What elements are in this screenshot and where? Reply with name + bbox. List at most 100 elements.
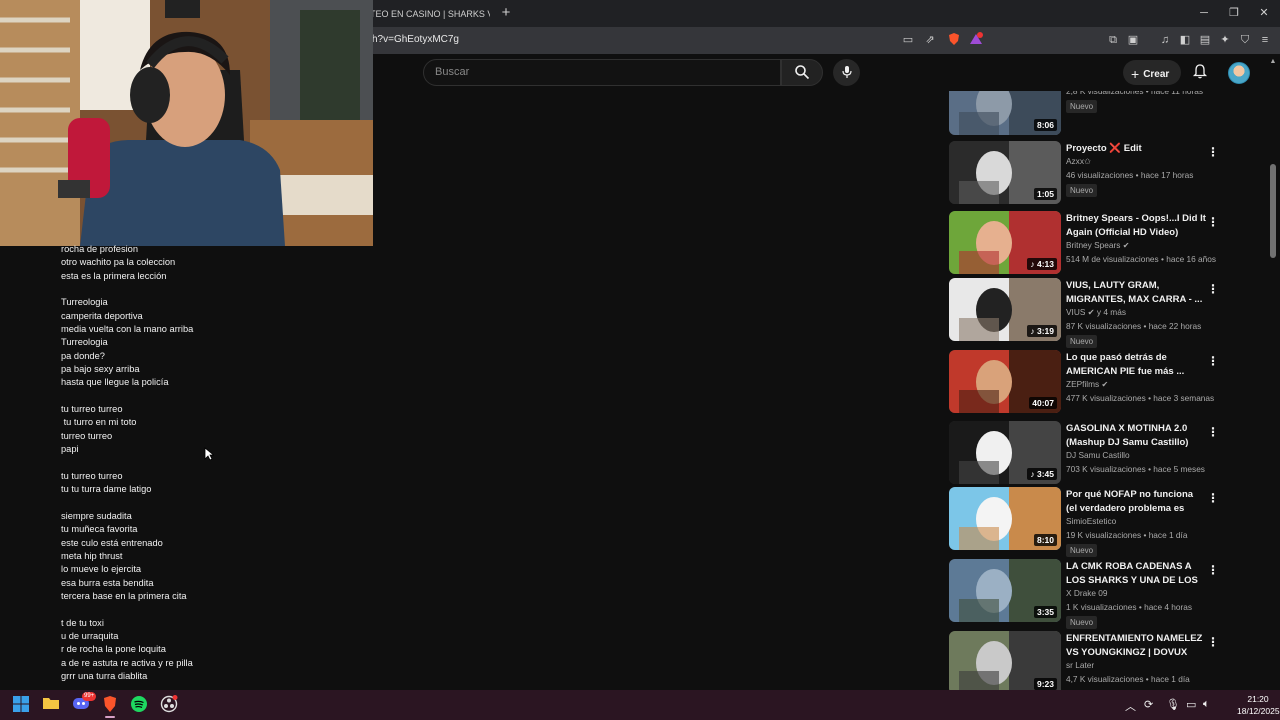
avatar[interactable] xyxy=(1228,62,1250,84)
related-video-card[interactable]: 40:07 Lo que pasó detrás de AMERICAN PIE … xyxy=(948,350,1268,414)
extensions-icon[interactable]: ⧉ xyxy=(1105,32,1121,48)
more-actions-kebab-icon[interactable]: ⋮ xyxy=(1207,491,1219,505)
video-thumbnail[interactable]: 40:07 xyxy=(949,350,1061,413)
video-channel[interactable]: SimioEstetico xyxy=(1066,516,1116,526)
video-title[interactable]: LA CMK ROBA CADENAS A LOS SHARKS Y UNA D… xyxy=(1066,560,1206,587)
related-video-card[interactable]: ♪ 3:45 GASOLINA X MOTINHA 2.0 (Mashup DJ … xyxy=(948,421,1268,485)
sync-icon[interactable]: ⟳ xyxy=(1144,698,1153,711)
share-icon[interactable]: ⇗ xyxy=(922,32,938,48)
video-thumbnail[interactable]: 9:23 xyxy=(949,631,1061,690)
new-tab-button[interactable]: + xyxy=(498,5,514,21)
webcam-overlay xyxy=(0,0,373,246)
related-video-card[interactable]: 3:35 LA CMK ROBA CADENAS A LOS SHARKS Y U… xyxy=(948,559,1268,629)
video-thumbnail[interactable]: 3:35 xyxy=(949,559,1061,622)
video-duration: ♪ 4:13 xyxy=(1027,258,1057,270)
channel-name: X Drake 09 xyxy=(1066,588,1108,598)
channel-name: sr Later xyxy=(1066,660,1095,670)
windows-logo-icon xyxy=(13,696,29,712)
video-channel[interactable]: VIUS ✔ y 4 más xyxy=(1066,307,1126,317)
channel-name: SimioEstetico xyxy=(1066,516,1117,526)
video-title[interactable]: Lo que pasó detrás de AMERICAN PIE fue m… xyxy=(1066,351,1206,378)
start-button[interactable] xyxy=(11,695,31,715)
duration-text: 1:05 xyxy=(1036,189,1054,199)
video-title[interactable]: Por qué NOFAP no funciona (el verdadero … xyxy=(1066,488,1206,515)
minimize-button[interactable]: ─ xyxy=(1192,4,1216,22)
leo-ai-icon[interactable]: ✦ xyxy=(1217,32,1233,48)
related-video-card[interactable]: 9:23 ENFRENTAMIENTO NAMELEZ VS YOUNGKINGZ… xyxy=(948,631,1268,690)
verified-badge-icon: ✔ xyxy=(1122,241,1130,250)
related-video-card[interactable]: ♪ 4:13 Britney Spears - Oops!...I Did It … xyxy=(948,211,1268,275)
spotify-button[interactable] xyxy=(129,695,149,715)
close-window-button[interactable]: ✕ xyxy=(1252,4,1276,22)
more-actions-kebab-icon[interactable]: ⋮ xyxy=(1207,215,1219,229)
verified-badge-icon: ✔ xyxy=(1101,380,1109,389)
show-hidden-icons-chevron-icon[interactable]: ︿ xyxy=(1125,698,1136,714)
shield-icon xyxy=(949,33,959,45)
cast-icon[interactable]: ▭ xyxy=(900,32,916,48)
video-title[interactable]: Britney Spears - Oops!...I Did It Again … xyxy=(1066,212,1206,239)
more-actions-kebab-icon[interactable]: ⋮ xyxy=(1207,563,1219,577)
more-actions-kebab-icon[interactable]: ⋮ xyxy=(1207,145,1219,159)
scroll-up-arrow-icon[interactable]: ▲ xyxy=(1268,58,1278,68)
video-title[interactable]: Proyecto ❌ Edit xyxy=(1066,142,1206,156)
search-input[interactable]: Buscar xyxy=(423,59,781,86)
video-channel[interactable]: X Drake 09 xyxy=(1066,588,1108,598)
browser-tab[interactable]: TEO EN CASINO | SHARKS VS YA xyxy=(362,4,490,27)
more-actions-kebab-icon[interactable]: ⋮ xyxy=(1207,635,1219,649)
video-title[interactable]: ENFRENTAMIENTO NAMELEZ VS YOUNGKINGZ | D… xyxy=(1066,632,1206,659)
brave-rewards-icon[interactable] xyxy=(968,32,984,48)
video-channel[interactable]: Britney Spears ✔ xyxy=(1066,240,1129,250)
music-note-icon: ♪ xyxy=(1030,326,1037,336)
lyric-line: tu turro en mi toto xyxy=(61,417,137,428)
related-video-card[interactable]: ♪ 3:19 VIUS, LAUTY GRAM, MIGRANTES, MAX C… xyxy=(948,278,1268,348)
vpn-icon[interactable]: ⛉ xyxy=(1237,32,1253,48)
video-thumbnail[interactable]: ♪ 3:45 xyxy=(949,421,1061,484)
restore-button[interactable]: ❐ xyxy=(1222,4,1246,22)
video-title[interactable]: GASOLINA X MOTINHA 2.0 (Mashup DJ Samu C… xyxy=(1066,422,1206,449)
related-video-card[interactable]: 8:10 Por qué NOFAP no funciona (el verdad… xyxy=(948,487,1268,557)
create-button[interactable]: + Crear xyxy=(1123,60,1181,85)
screenshot-icon[interactable]: ▣ xyxy=(1125,32,1141,48)
obs-button[interactable] xyxy=(159,695,179,715)
video-thumbnail[interactable]: 1:05 xyxy=(949,141,1061,204)
lyric-line: tu tu turra dame latigo xyxy=(61,484,152,495)
more-actions-kebab-icon[interactable]: ⋮ xyxy=(1207,425,1219,439)
system-clock[interactable]: 21:20 18/12/2025 xyxy=(1237,693,1280,717)
microphone-tray-icon[interactable]: 🎙︎ xyxy=(1166,698,1180,711)
more-actions-kebab-icon[interactable]: ⋮ xyxy=(1207,354,1219,368)
volume-icon[interactable]: 🔈︎ xyxy=(1203,698,1210,711)
voice-search-button[interactable] xyxy=(833,59,860,86)
video-channel[interactable]: Azxx✩ xyxy=(1066,156,1091,166)
lyric-line: tu turreo turreo xyxy=(61,470,123,481)
video-thumbnail[interactable]: ♪ 4:13 xyxy=(949,211,1061,274)
video-channel[interactable]: sr Later xyxy=(1066,660,1094,670)
video-thumbnail[interactable]: ♪ 3:19 xyxy=(949,278,1061,341)
music-note-icon: ♪ xyxy=(1030,259,1037,269)
related-video-card[interactable]: 1:05 Proyecto ❌ Edit Azxx✩ 46 visualizacion… xyxy=(948,141,1268,205)
video-channel[interactable]: DJ Samu Castillo xyxy=(1066,450,1130,460)
url-field[interactable]: h?v=GhEotyxMC7g xyxy=(372,34,459,45)
video-meta: 514 M de visualizaciones • hace 16 años xyxy=(1066,254,1217,264)
related-video-card[interactable]: 8:06sr Later2,8 K visualizaciones • hace… xyxy=(948,91,1268,136)
network-icon[interactable]: ▭ xyxy=(1186,698,1196,711)
video-title[interactable]: VIUS, LAUTY GRAM, MIGRANTES, MAX CARRA -… xyxy=(1066,279,1206,306)
brave-shields-icon[interactable] xyxy=(946,32,962,48)
menu-icon[interactable]: ≡ xyxy=(1257,32,1273,48)
media-control-icon[interactable]: ♫ xyxy=(1157,32,1173,48)
more-actions-kebab-icon[interactable]: ⋮ xyxy=(1207,282,1219,296)
lyric-line: a de re astuta re activa y re pilla xyxy=(61,657,193,668)
brave-browser-button[interactable] xyxy=(100,695,120,715)
discord-button[interactable]: 99+ xyxy=(71,692,97,715)
spotify-icon xyxy=(131,696,147,712)
sidebar-toggle-icon[interactable]: ◧ xyxy=(1177,32,1193,48)
video-thumbnail[interactable]: 8:10 xyxy=(949,487,1061,550)
music-note-icon: ♪ xyxy=(1030,469,1037,479)
wallet-icon[interactable]: ▤ xyxy=(1197,32,1213,48)
file-explorer-button[interactable] xyxy=(41,695,61,715)
notifications-button[interactable] xyxy=(1191,63,1209,81)
video-duration: ♪ 3:19 xyxy=(1027,325,1057,337)
video-channel[interactable]: ZEPfilms ✔ xyxy=(1066,379,1108,389)
scrollbar-thumb[interactable] xyxy=(1270,164,1276,258)
video-thumbnail[interactable]: 8:06 xyxy=(949,91,1061,135)
search-button[interactable] xyxy=(781,59,823,86)
